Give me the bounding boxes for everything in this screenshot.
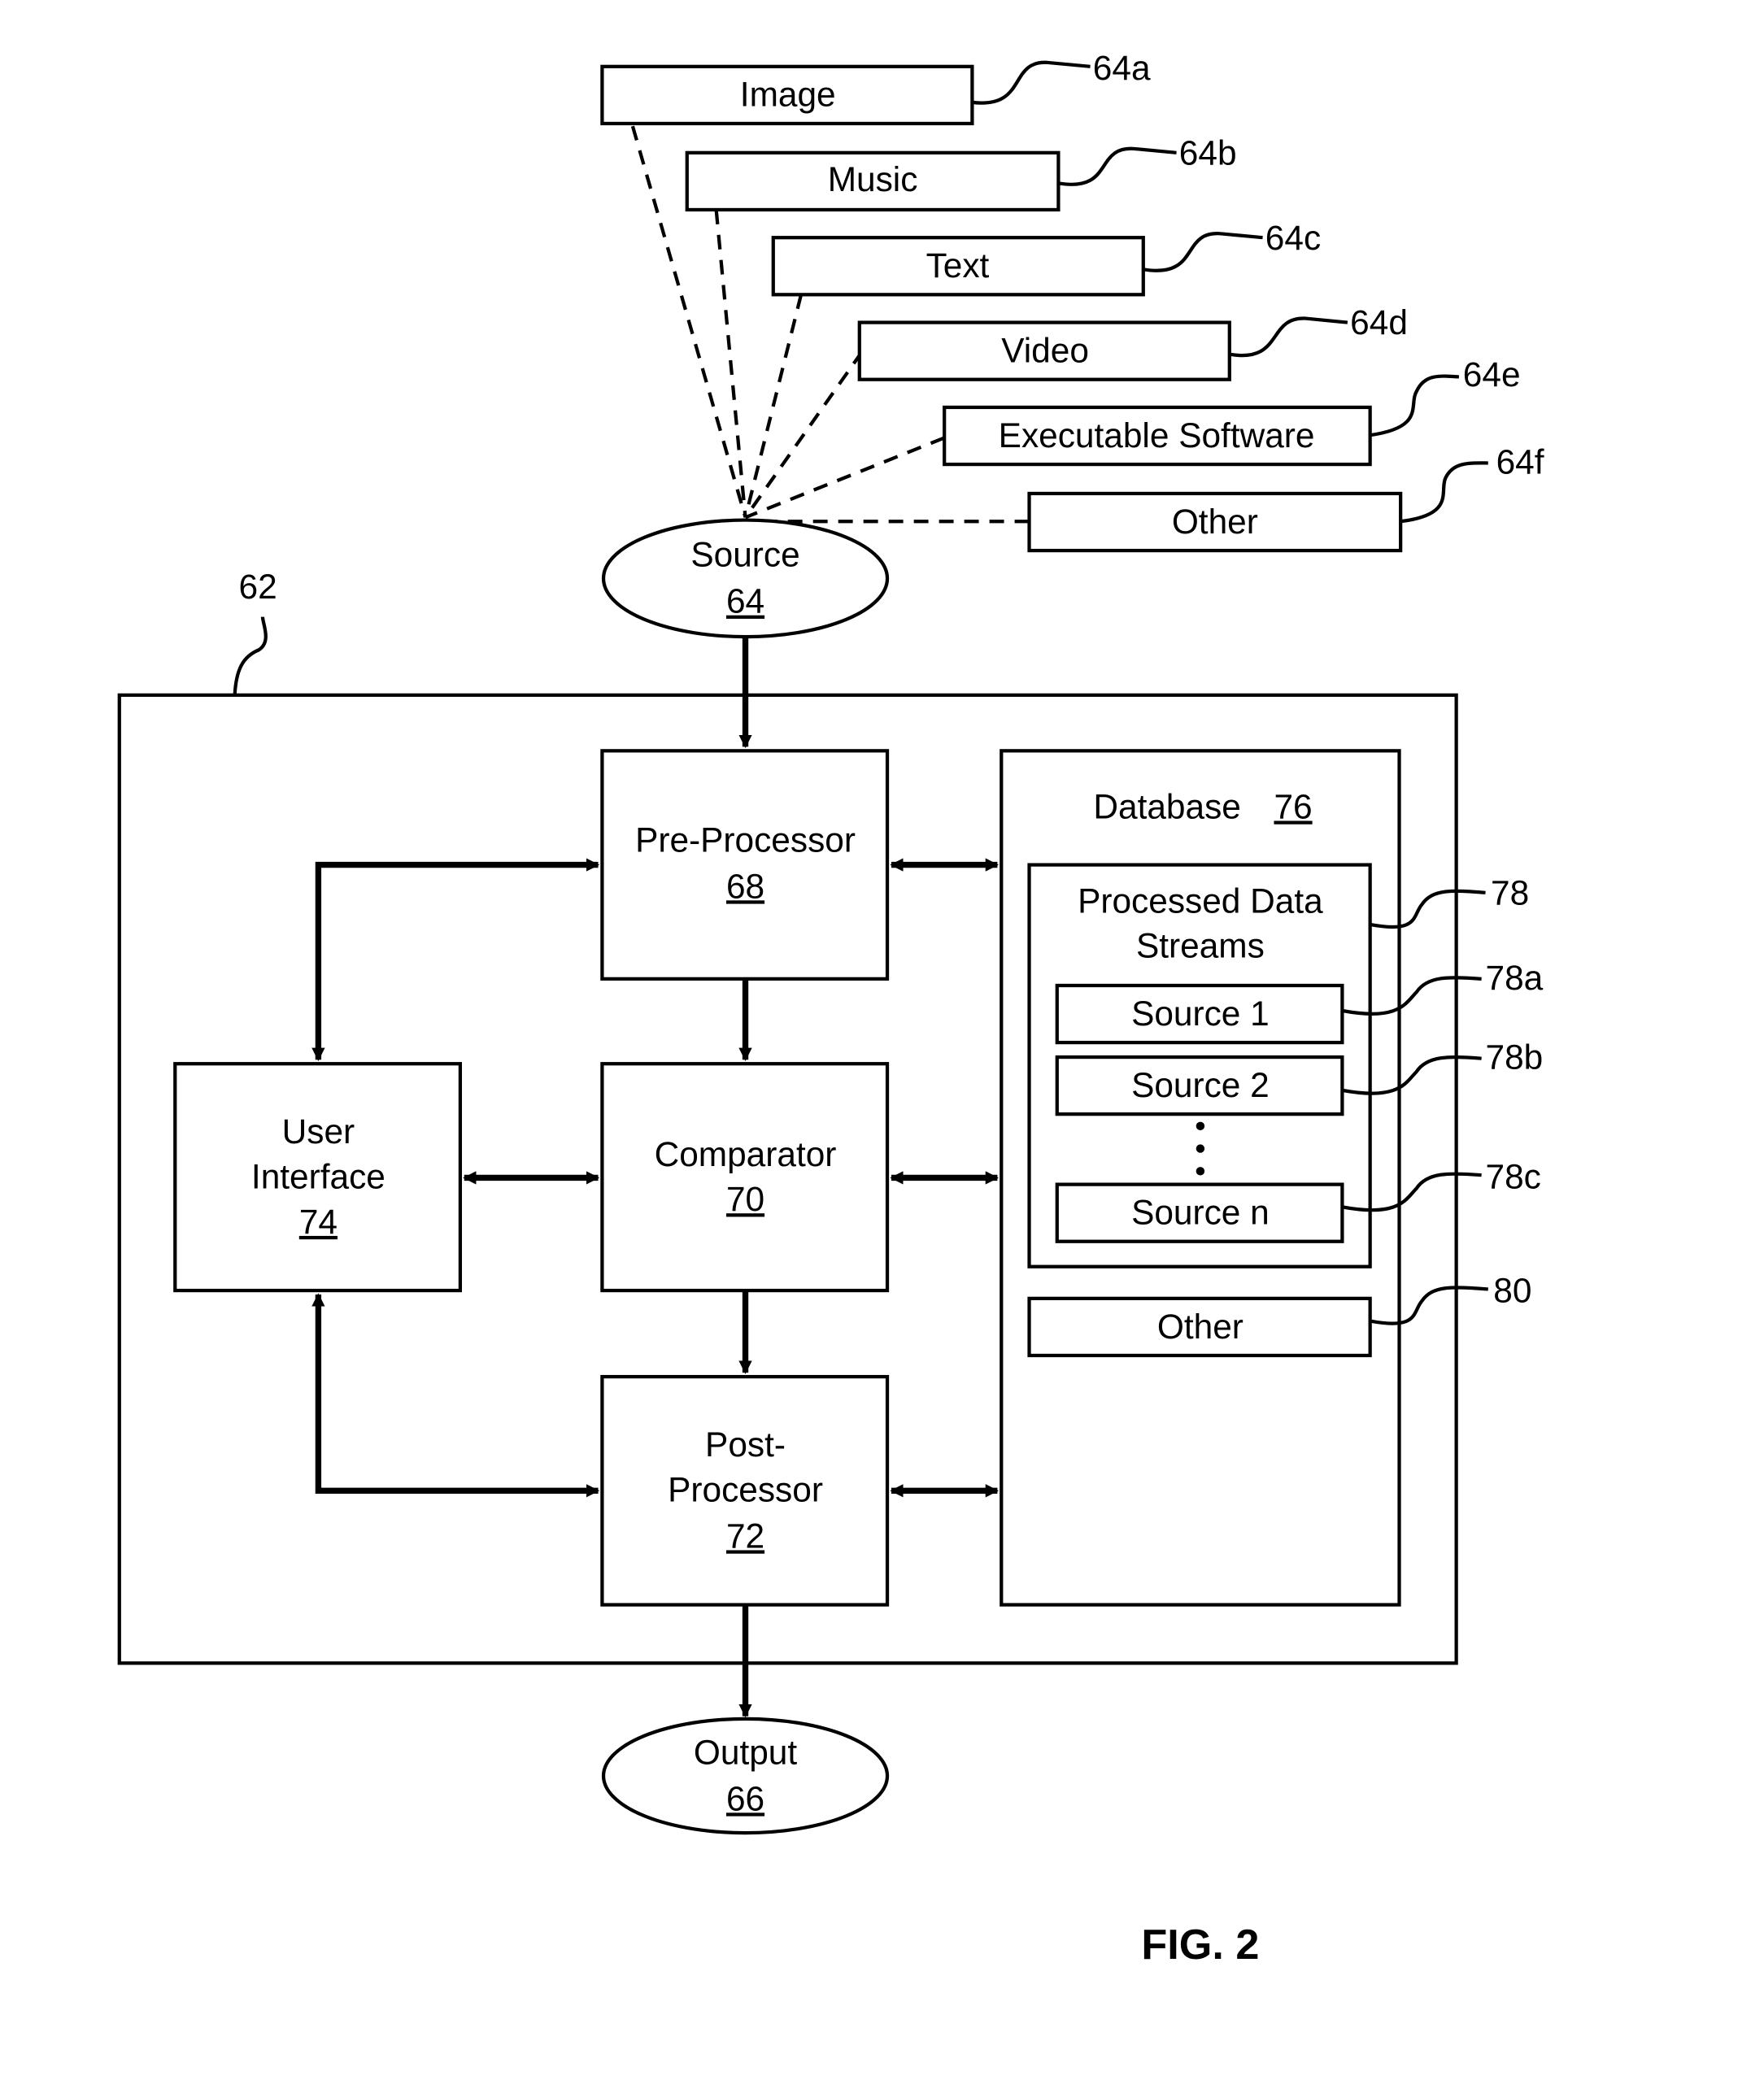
ref-label: 64b <box>1179 134 1237 172</box>
stream-source-label: Source 1 <box>1131 994 1270 1033</box>
user-interface-label-2: Interface <box>251 1157 385 1195</box>
comparator-block: Comparator 70 <box>600 1062 890 1293</box>
pre-processor-label: Pre-Processor <box>635 820 856 859</box>
stream-source-label: Source 2 <box>1131 1066 1270 1104</box>
database-label: Database <box>1093 787 1240 825</box>
source-type-label: Executable Software <box>999 416 1315 455</box>
user-interface-label-1: User <box>282 1112 355 1151</box>
source-type-text: Text 64c <box>771 219 1321 297</box>
source-type-music: Music 64b <box>685 134 1237 212</box>
user-interface-ref: 74 <box>299 1203 338 1241</box>
ref-label: 78c <box>1486 1157 1541 1195</box>
post-processor-label-1: Post- <box>705 1425 786 1464</box>
source-type-label: Image <box>740 76 836 114</box>
source-type-label: Music <box>828 160 918 198</box>
system-ref: 62 <box>239 568 277 606</box>
ref-label: 64c <box>1265 219 1321 257</box>
pre-processor-block: Pre-Processor 68 <box>600 749 890 981</box>
source-type-image: Image 64a <box>600 49 1151 126</box>
ref-label: 80 <box>1493 1272 1531 1310</box>
source-type-label: Text <box>926 246 990 285</box>
output-ref: 66 <box>726 1779 764 1817</box>
ref-label: 64f <box>1496 442 1544 481</box>
ref-label: 64d <box>1350 303 1408 342</box>
source-type-video: Video 64d <box>857 303 1408 381</box>
comparator-label: Comparator <box>655 1135 837 1173</box>
ref-label: 78b <box>1486 1038 1544 1077</box>
user-interface-block: User Interface 74 <box>173 1062 463 1293</box>
processed-data-streams: Processed Data Streams 78 Source 1 78a S… <box>1027 863 1544 1268</box>
ref-label: 64e <box>1463 355 1521 394</box>
database-ref: 76 <box>1274 787 1312 825</box>
processed-label-2: Streams <box>1136 927 1265 965</box>
source-type-label: Other <box>1172 503 1258 541</box>
source-ref: 64 <box>726 582 764 620</box>
output-label: Output <box>694 1733 797 1771</box>
post-processor-ref: 72 <box>726 1516 764 1555</box>
post-processor-label-2: Processor <box>668 1470 823 1508</box>
stream-source-label: Source n <box>1131 1194 1270 1232</box>
ref-label: 78 <box>1491 874 1529 912</box>
post-processor-block: Post- Processor 72 <box>600 1374 890 1607</box>
pre-processor-ref: 68 <box>726 867 764 905</box>
output-node: Output 66 <box>601 1717 890 1835</box>
database-other-label: Other <box>1157 1308 1244 1346</box>
comparator-ref: 70 <box>726 1180 764 1218</box>
database-block: Database 76 Processed Data Streams 78 So… <box>1000 749 1544 1607</box>
processed-label-1: Processed Data <box>1078 881 1323 920</box>
ref-label: 64a <box>1093 49 1151 87</box>
source-node: Source 64 <box>601 518 890 639</box>
patent-diagram: Image 64a Music 64b Text 64c Video 64d E… <box>117 49 1544 1969</box>
figure-label: FIG. 2 <box>1141 1921 1259 1969</box>
source-label: Source <box>690 536 799 574</box>
ref-label: 78a <box>1486 959 1544 997</box>
source-type-label: Video <box>1001 331 1089 369</box>
